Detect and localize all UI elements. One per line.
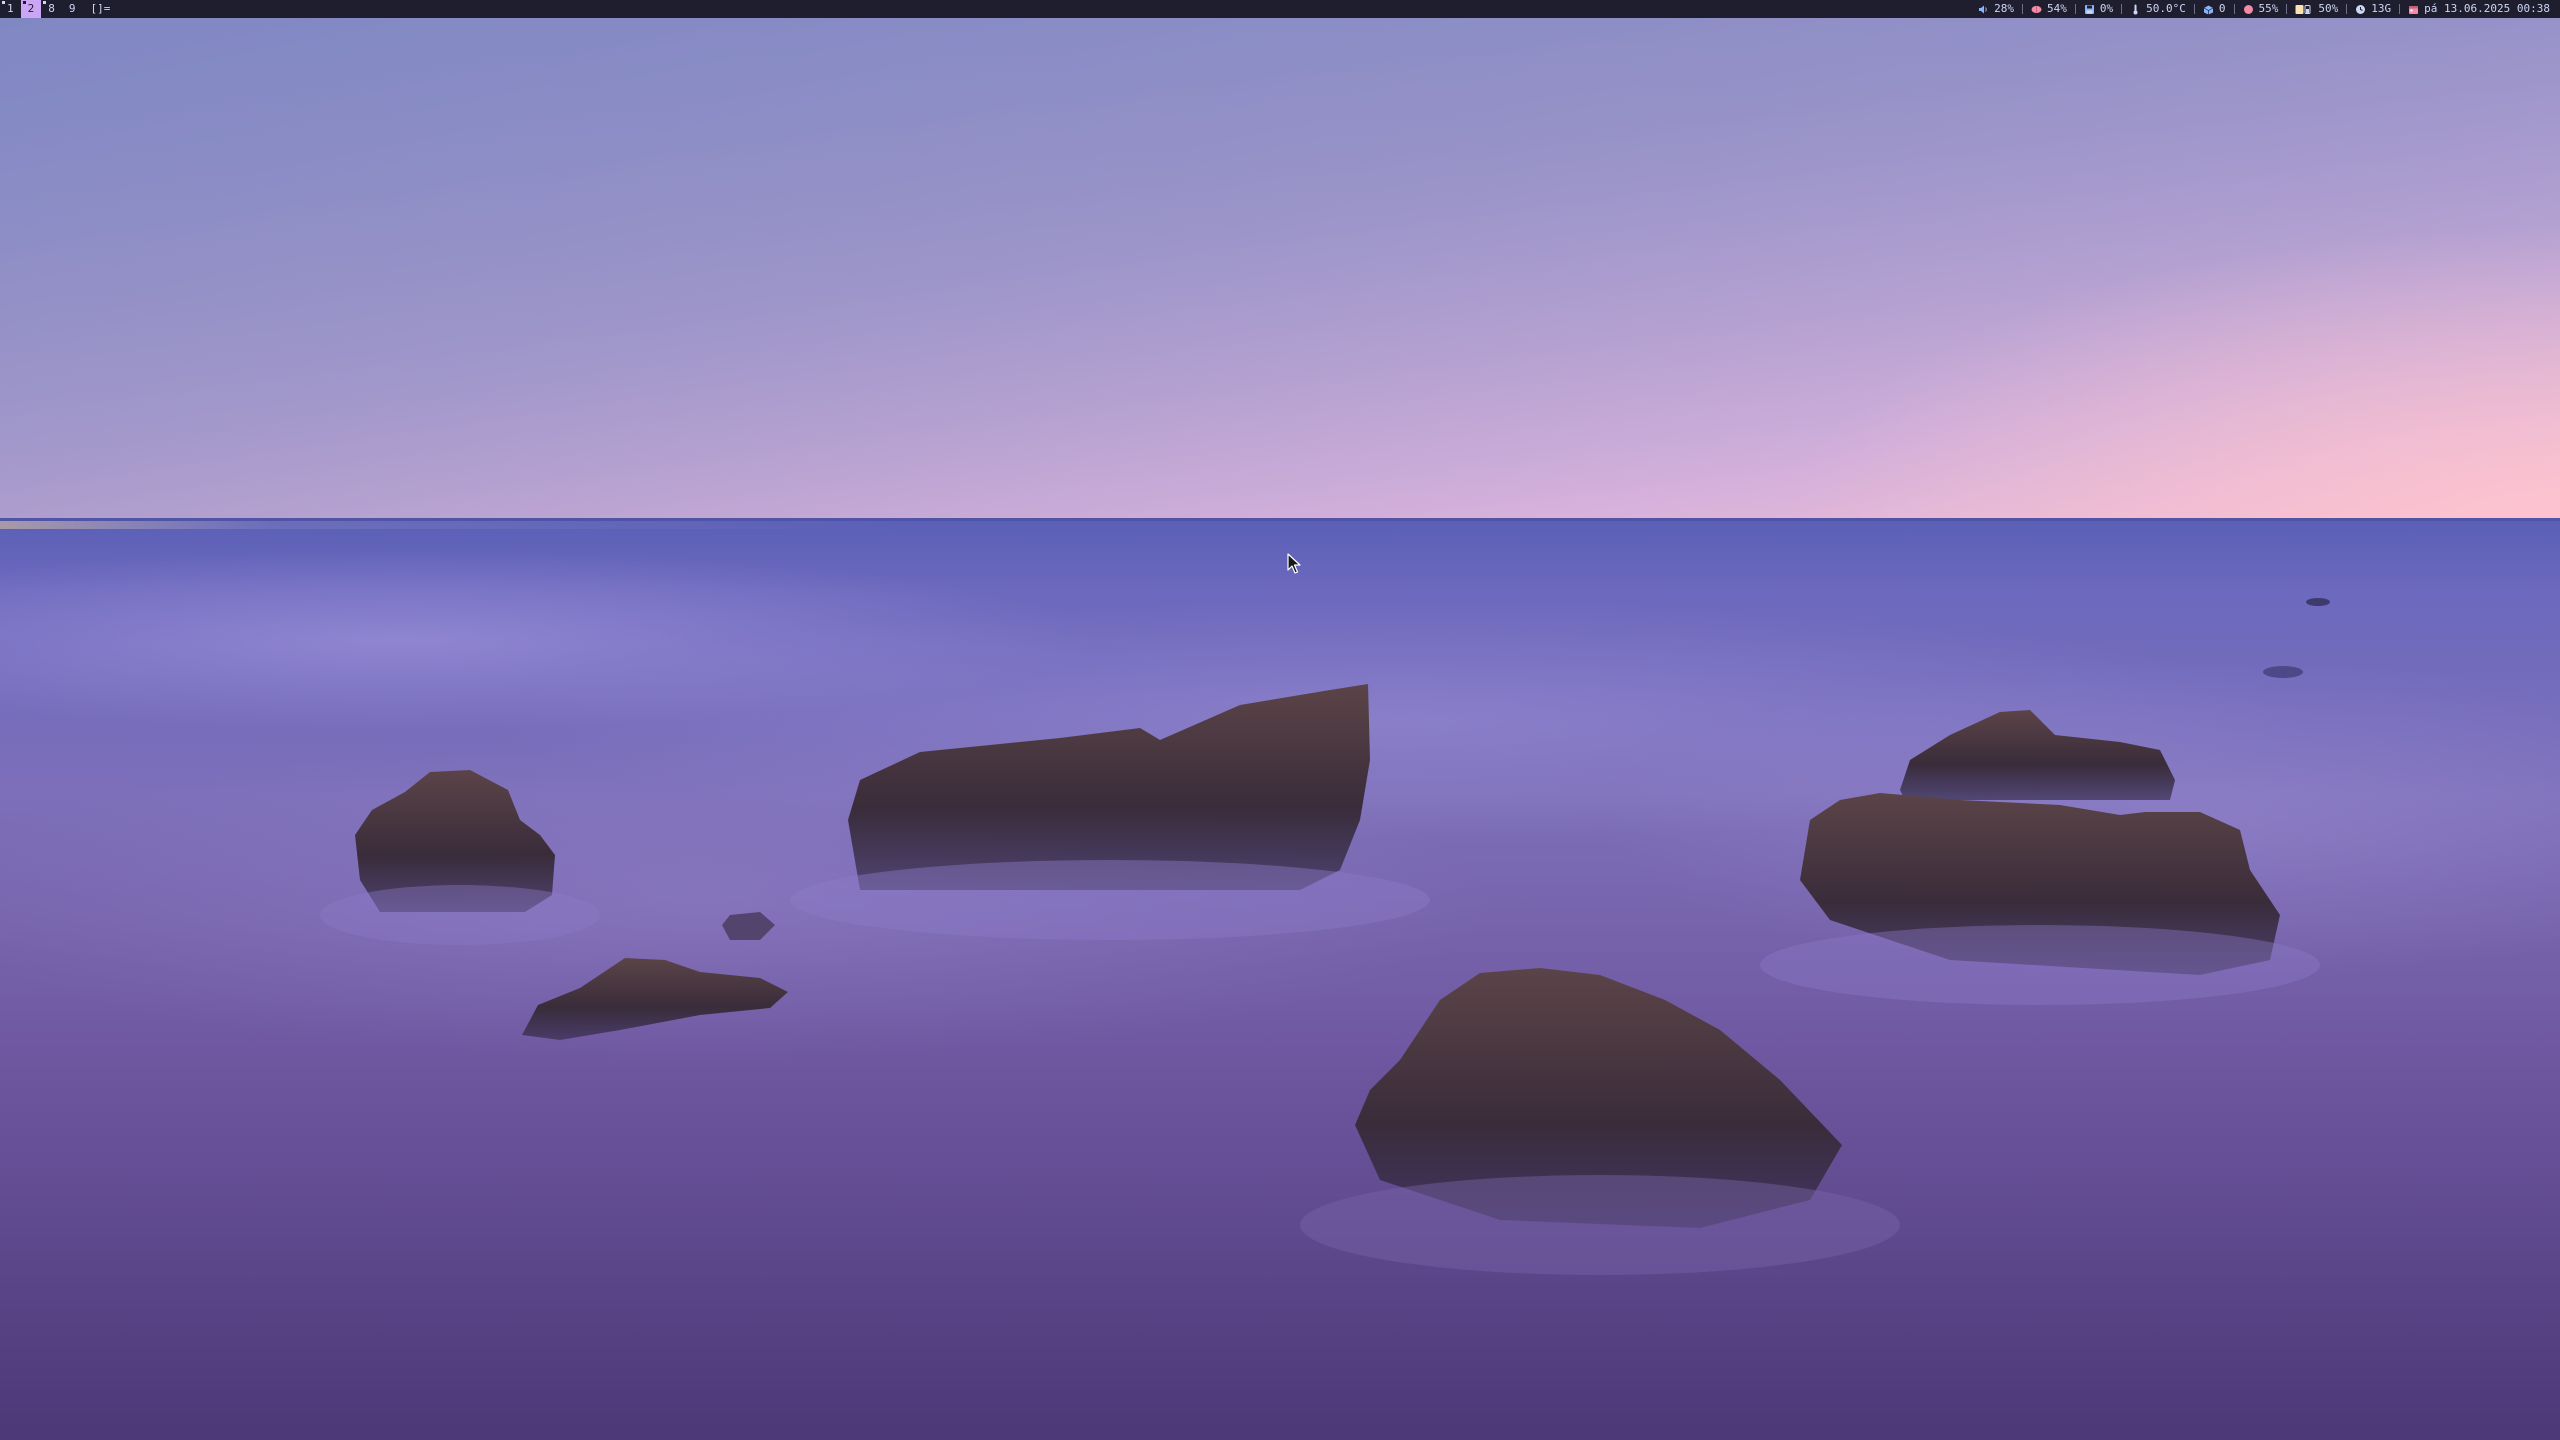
disk-module[interactable]: 0% bbox=[2080, 0, 2117, 18]
brain-icon bbox=[2031, 4, 2042, 15]
disk-icon bbox=[2084, 4, 2095, 15]
battery-value: 50% bbox=[2318, 2, 2339, 15]
speaker-icon bbox=[1978, 4, 1989, 15]
tag-8[interactable]: 8 bbox=[41, 0, 62, 18]
volume-module[interactable]: 28% bbox=[1974, 0, 2018, 18]
separator bbox=[2286, 4, 2288, 14]
wallpaper bbox=[0, 0, 2560, 1440]
battery-icon bbox=[2295, 4, 2313, 15]
temperature-module[interactable]: 50.0°C bbox=[2126, 0, 2190, 18]
memory-module[interactable]: 54% bbox=[2027, 0, 2071, 18]
mouse-pointer-icon bbox=[1287, 553, 1301, 574]
thermometer-icon bbox=[2130, 4, 2141, 15]
cpu-value: 55% bbox=[2258, 2, 2279, 15]
layout-symbol[interactable]: []= bbox=[83, 0, 117, 18]
tag-1[interactable]: 1 bbox=[0, 0, 21, 18]
desktop[interactable]: 1 2 8 9 []= 28% 54% 0% 50.0°C 0 55% 50% … bbox=[0, 0, 2560, 1440]
memory-value: 54% bbox=[2047, 2, 2067, 15]
tag-9[interactable]: 9 bbox=[62, 0, 83, 18]
swap-clock-icon bbox=[2355, 4, 2366, 15]
datetime-value: pá 13.06.2025 00:38 bbox=[2424, 2, 2550, 15]
tag-2[interactable]: 2 bbox=[20, 0, 42, 18]
top-status-bar: 1 2 8 9 []= 28% 54% 0% 50.0°C 0 55% 50% … bbox=[0, 0, 2560, 18]
updates-value: 0 bbox=[2218, 2, 2226, 15]
swap-value: 13G bbox=[2371, 2, 2392, 15]
separator bbox=[2193, 4, 2195, 14]
updates-module[interactable]: 0 bbox=[2199, 0, 2230, 18]
calendar-icon bbox=[2408, 4, 2419, 15]
separator bbox=[2022, 4, 2024, 14]
swap-module[interactable]: 13G bbox=[2351, 0, 2395, 18]
separator bbox=[2074, 4, 2076, 14]
separator bbox=[2233, 4, 2235, 14]
separator bbox=[2121, 4, 2123, 14]
disk-value: 0% bbox=[2099, 2, 2114, 15]
battery-module[interactable]: 50% bbox=[2291, 0, 2342, 18]
cpu-dot-icon bbox=[2243, 4, 2254, 15]
package-icon bbox=[2203, 4, 2214, 15]
datetime-module[interactable]: pá 13.06.2025 00:38 bbox=[2404, 0, 2554, 18]
separator bbox=[2346, 4, 2348, 14]
temperature-value: 50.0°C bbox=[2146, 2, 2186, 15]
volume-value: 28% bbox=[1994, 2, 2015, 15]
cpu-module[interactable]: 55% bbox=[2239, 0, 2283, 18]
separator bbox=[2399, 4, 2401, 14]
status-modules: 28% 54% 0% 50.0°C 0 55% 50% 13G pá 13.06… bbox=[1974, 0, 2560, 18]
workspace-tags: 1 2 8 9 []= bbox=[0, 0, 116, 18]
